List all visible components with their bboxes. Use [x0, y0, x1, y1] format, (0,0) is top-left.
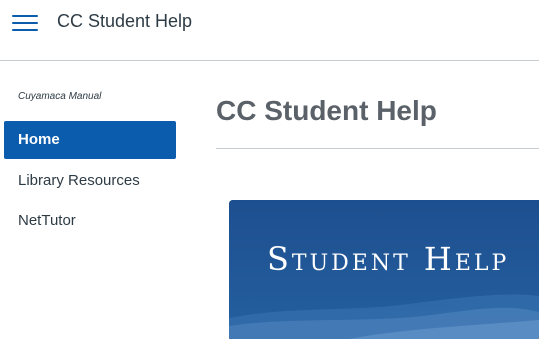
sidebar-item-library-resources[interactable]: Library Resources: [4, 162, 176, 200]
course-name[interactable]: Cuyamaca Manual: [18, 91, 101, 102]
main-content: CC Student Help Student Help: [190, 61, 539, 339]
page-title: CC Student Help: [216, 95, 437, 126]
app-title[interactable]: CC Student Help: [57, 11, 192, 32]
banner-text: Student Help: [267, 240, 510, 278]
hamburger-menu-icon[interactable]: [12, 13, 38, 33]
course-navigation: Cuyamaca Manual Home Library Resources N…: [0, 61, 190, 339]
sidebar-item-home[interactable]: Home: [4, 121, 176, 159]
top-bar: CC Student Help: [0, 0, 539, 45]
student-help-banner: Student Help: [229, 200, 539, 339]
sidebar-item-nettutor[interactable]: NetTutor: [4, 202, 176, 240]
title-divider: [216, 148, 539, 149]
